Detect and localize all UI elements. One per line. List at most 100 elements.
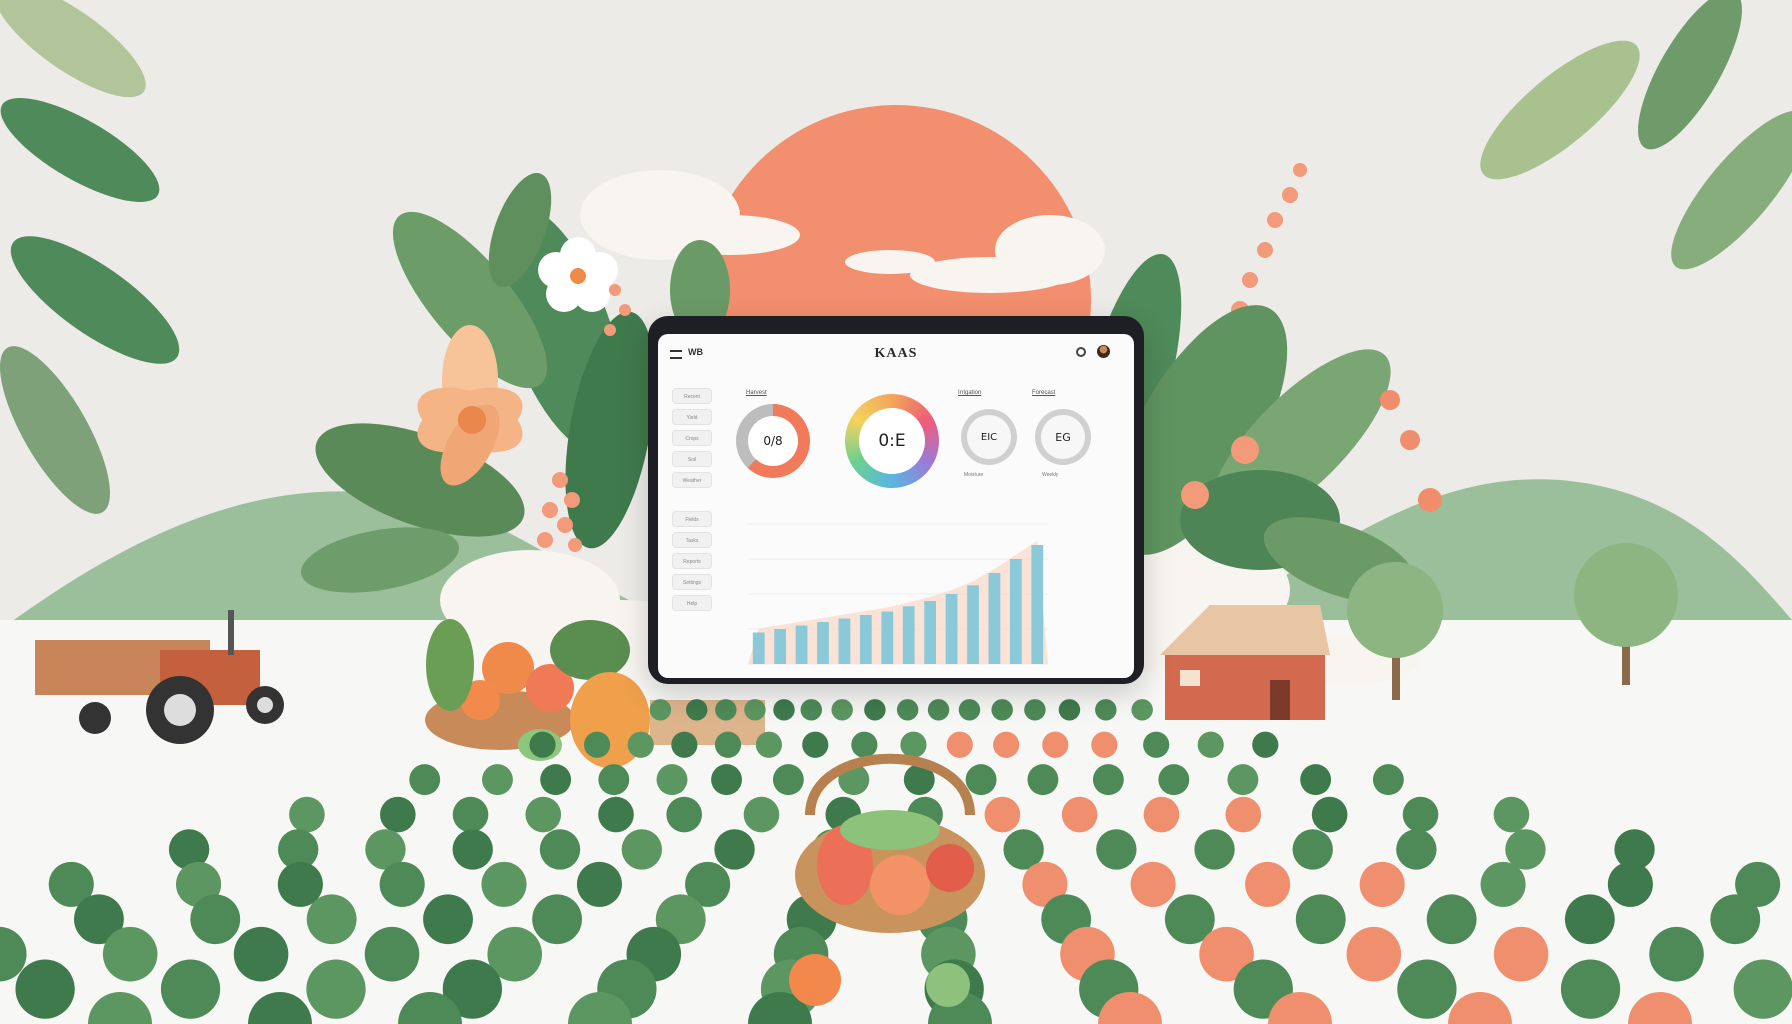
irrigation-ring[interactable]: EIC bbox=[961, 409, 1017, 465]
crop-plant bbox=[1614, 829, 1655, 870]
crop-plant bbox=[1346, 926, 1402, 982]
crop-plant bbox=[409, 764, 441, 796]
chart-bar[interactable] bbox=[1009, 559, 1022, 664]
sidebar-item-weather[interactable]: Weather bbox=[672, 472, 712, 488]
crop-plant bbox=[481, 861, 527, 907]
crop-plant bbox=[896, 699, 919, 721]
chart-bar[interactable] bbox=[774, 629, 787, 664]
crop-plant bbox=[1564, 894, 1615, 945]
crop-plant bbox=[686, 699, 708, 721]
crop-plant bbox=[958, 699, 981, 721]
sidebar-item-help[interactable]: Help bbox=[672, 595, 712, 611]
crop-plant bbox=[927, 699, 950, 721]
crop-plant bbox=[1295, 894, 1346, 945]
crop-plant bbox=[1649, 926, 1704, 982]
crop-plant bbox=[1560, 959, 1621, 1019]
crop-plant bbox=[306, 959, 366, 1019]
crop-plant bbox=[1733, 959, 1792, 1019]
crop-plant bbox=[1397, 959, 1457, 1019]
crop-plant bbox=[1194, 829, 1235, 870]
chart-bar[interactable] bbox=[902, 606, 915, 664]
chart-bar[interactable] bbox=[1031, 545, 1044, 664]
crop-plant bbox=[773, 699, 795, 721]
crop-plant bbox=[482, 764, 513, 796]
chart-bar[interactable] bbox=[795, 625, 808, 665]
crop-plant bbox=[1396, 829, 1437, 870]
crop-plant bbox=[102, 926, 158, 982]
sidebar-item-tasks[interactable]: Tasks bbox=[672, 532, 712, 548]
crop-plant bbox=[984, 796, 1021, 833]
gear-icon[interactable] bbox=[1076, 347, 1086, 357]
crop-plant bbox=[656, 764, 688, 796]
sidebar: Recent Yield Crops Soil Weather Fields T… bbox=[672, 388, 716, 678]
dashboard-screen: WB KAAS Recent Yield Crops Soil Weather … bbox=[658, 334, 1134, 678]
crop-plant bbox=[452, 829, 493, 870]
chart-bar[interactable] bbox=[817, 622, 829, 664]
crop-plant bbox=[1143, 731, 1170, 758]
crop-plant bbox=[160, 959, 221, 1019]
sidebar-item-soil[interactable]: Soil bbox=[672, 451, 712, 467]
crop-plant bbox=[1095, 699, 1117, 721]
crop-plant bbox=[1024, 699, 1046, 721]
crop-plant bbox=[190, 894, 241, 945]
sidebar-item-reports[interactable]: Reports bbox=[672, 553, 712, 569]
crop-plant bbox=[306, 894, 357, 945]
crop-plant bbox=[772, 764, 804, 796]
crop-plant bbox=[1091, 731, 1118, 758]
crop-plant bbox=[1197, 731, 1224, 758]
sidebar-item-recent[interactable]: Recent bbox=[672, 388, 712, 404]
chart-bar[interactable] bbox=[838, 618, 851, 665]
avatar[interactable] bbox=[1097, 345, 1110, 358]
crop-plant bbox=[540, 764, 572, 796]
crop-plant bbox=[715, 699, 737, 721]
sidebar-item-yield[interactable]: Yield bbox=[672, 409, 712, 425]
sidebar-item-settings[interactable]: Settings bbox=[672, 574, 712, 590]
crop-plant bbox=[627, 731, 654, 758]
crop-plant bbox=[233, 926, 289, 982]
sidebar-item-fields[interactable]: Fields bbox=[672, 511, 712, 527]
crop-plant bbox=[800, 699, 822, 721]
crop-plant bbox=[851, 731, 878, 758]
crop-plant bbox=[1480, 861, 1526, 907]
crop-plant bbox=[364, 926, 420, 982]
crop-plant bbox=[15, 959, 75, 1019]
yield-chart bbox=[748, 514, 1048, 674]
crop-plant bbox=[755, 731, 783, 758]
crop-plant bbox=[289, 796, 325, 833]
crop-plant bbox=[1372, 764, 1404, 796]
sidebar-item-crops[interactable]: Crops bbox=[672, 430, 712, 446]
crop-plant bbox=[711, 764, 743, 796]
chart-bar[interactable] bbox=[945, 594, 958, 664]
crop-plant bbox=[671, 731, 698, 758]
crop-plant bbox=[584, 731, 611, 758]
crop-plant bbox=[598, 796, 634, 833]
crop-plant bbox=[539, 829, 581, 870]
crop-plant bbox=[598, 764, 630, 796]
chart-bar[interactable] bbox=[967, 585, 979, 664]
crop-plant bbox=[576, 861, 622, 907]
forecast-ring[interactable]: EG bbox=[1035, 409, 1091, 465]
forecast-caption: Weekly bbox=[1042, 472, 1059, 478]
chart-bar[interactable] bbox=[881, 611, 894, 665]
crop-plant bbox=[1292, 829, 1333, 870]
tablet-device: WB KAAS Recent Yield Crops Soil Weather … bbox=[648, 316, 1144, 684]
main-score-ring[interactable]: 0:E bbox=[845, 394, 939, 488]
harvest-ring[interactable]: 0/8 bbox=[736, 404, 810, 478]
crop-plant bbox=[1130, 861, 1176, 907]
crop-plant bbox=[1493, 926, 1549, 982]
crop-plant bbox=[1402, 796, 1439, 833]
irrigation-value: EIC bbox=[967, 415, 1011, 459]
chart-bar[interactable] bbox=[924, 601, 937, 664]
chart-bar[interactable] bbox=[859, 615, 872, 664]
chart-bar[interactable] bbox=[752, 632, 765, 665]
chart-bar[interactable] bbox=[988, 573, 1001, 664]
crop-plant bbox=[1245, 861, 1291, 907]
crop-plant bbox=[1300, 764, 1332, 796]
crop-plant bbox=[1225, 796, 1262, 833]
crop-plant bbox=[1143, 796, 1180, 833]
main-score-value: 0:E bbox=[859, 408, 925, 474]
crop-plant bbox=[423, 894, 473, 945]
crop-plant bbox=[900, 731, 927, 758]
crop-plant bbox=[452, 796, 489, 833]
crop-plant bbox=[743, 796, 780, 833]
